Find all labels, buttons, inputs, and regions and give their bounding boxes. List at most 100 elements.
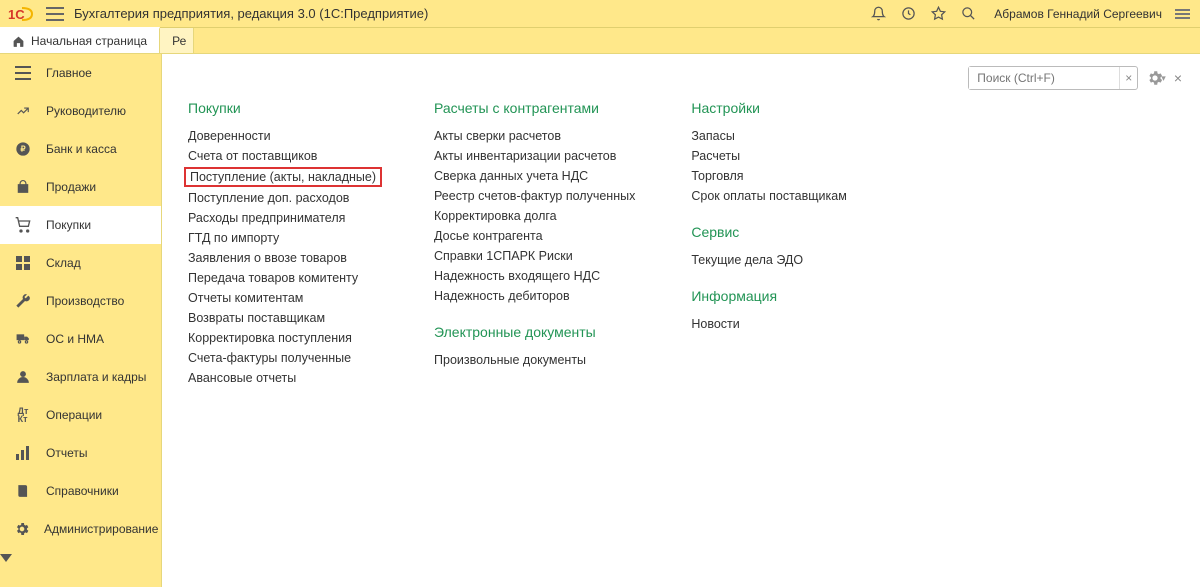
menu-link[interactable]: Сверка данных учета НДС <box>434 166 635 186</box>
sidebar-item-label: Производство <box>46 294 124 308</box>
menu-link[interactable]: Счета-фактуры полученные <box>188 348 378 368</box>
menu-link[interactable]: Акты инвентаризации расчетов <box>434 146 635 166</box>
main-menu-icon[interactable] <box>46 7 64 21</box>
wrench-icon <box>14 292 32 310</box>
section-columns: Покупки ДоверенностиСчета от поставщиков… <box>188 100 1174 388</box>
tab-bar: Начальная страница Ре <box>0 28 1200 54</box>
user-name: Абрамов Геннадий Сергеевич <box>994 7 1162 21</box>
sidebar-item-label: Банк и касса <box>46 142 117 156</box>
menu-link[interactable]: Возвраты поставщикам <box>188 308 378 328</box>
section-heading-settings: Настройки <box>691 100 881 116</box>
menu-link[interactable]: Торговля <box>691 166 881 186</box>
sidebar-item-cart[interactable]: Покупки <box>0 206 161 244</box>
sidebar-item-truck[interactable]: ОС и НМА <box>0 320 161 358</box>
menu-link[interactable]: ГТД по импорту <box>188 228 378 248</box>
sidebar-item-book[interactable]: Справочники <box>0 472 161 510</box>
menu-link[interactable]: Доверенности <box>188 126 378 146</box>
panel-toolbar: × ▾ × <box>968 66 1182 90</box>
sidebar-item-label: ОС и НМА <box>46 332 104 346</box>
svg-text:₽: ₽ <box>20 145 25 154</box>
column-settings: Настройки ЗапасыРасчетыТорговляСрок опла… <box>691 100 881 388</box>
menu-link[interactable]: Заявления о ввозе товаров <box>188 248 378 268</box>
user-menu[interactable]: Абрамов Геннадий Сергеевич <box>994 7 1162 21</box>
title-bar: 1C Бухгалтерия предприятия, редакция 3.0… <box>0 0 1200 28</box>
menu-link[interactable]: Расходы предпринимателя <box>188 208 378 228</box>
menu-link[interactable]: Досье контрагента <box>434 226 635 246</box>
section-heading-info: Информация <box>691 288 881 304</box>
search-box: × <box>968 66 1138 90</box>
search-input[interactable] <box>969 67 1119 89</box>
settings-icon[interactable]: ▾ <box>1146 69 1166 87</box>
section-heading-purchases: Покупки <box>188 100 378 116</box>
sidebar-item-label: Отчеты <box>46 446 87 460</box>
menu-link[interactable]: Акты сверки расчетов <box>434 126 635 146</box>
gear-icon <box>14 520 30 538</box>
tab-secondary[interactable]: Ре <box>160 28 194 53</box>
menu-link[interactable]: Новости <box>691 314 881 334</box>
window-menu-icon[interactable] <box>1172 4 1192 24</box>
menu-link[interactable]: Реестр счетов-фактур полученных <box>434 186 635 206</box>
menu-link[interactable]: Поступление (акты, накладные) <box>184 167 382 187</box>
sidebar-item-person[interactable]: Зарплата и кадры <box>0 358 161 396</box>
sidebar-item-dtkt[interactable]: ДтКт Операции <box>0 396 161 434</box>
section-heading-service: Сервис <box>691 224 881 240</box>
sidebar-item-gear[interactable]: Администрирование <box>0 510 161 548</box>
sidebar-item-label: Склад <box>46 256 81 270</box>
sidebar-item-menu[interactable]: Главное <box>0 54 161 92</box>
menu-link[interactable]: Текущие дела ЭДО <box>691 250 881 270</box>
cart-icon <box>14 216 32 234</box>
menu-link[interactable]: Отчеты комитентам <box>188 288 378 308</box>
ruble-icon: ₽ <box>14 140 32 158</box>
section-heading-settlements: Расчеты с контрагентами <box>434 100 635 116</box>
menu-link[interactable]: Надежность входящего НДС <box>434 266 635 286</box>
menu-link[interactable]: Запасы <box>691 126 881 146</box>
tab-home[interactable]: Начальная страница <box>0 27 160 53</box>
main-panel: × ▾ × Покупки ДоверенностиСчета от поста… <box>162 54 1200 587</box>
sidebar-item-chart[interactable]: Руководителю <box>0 92 161 130</box>
history-icon[interactable] <box>898 4 918 24</box>
menu-link[interactable]: Поступление доп. расходов <box>188 188 378 208</box>
close-panel-button[interactable]: × <box>1174 70 1182 86</box>
app-title: Бухгалтерия предприятия, редакция 3.0 (1… <box>74 6 428 21</box>
menu-link[interactable]: Расчеты <box>691 146 881 166</box>
book-icon <box>14 482 32 500</box>
search-top-icon[interactable] <box>958 4 978 24</box>
home-icon <box>12 35 25 48</box>
column-settlements: Расчеты с контрагентами Акты сверки расч… <box>434 100 635 388</box>
sidebar-item-bag[interactable]: Продажи <box>0 168 161 206</box>
sidebar-item-label: Продажи <box>46 180 96 194</box>
sidebar-more[interactable] <box>0 548 161 568</box>
tab-label: Ре <box>172 34 186 48</box>
menu-link[interactable]: Произвольные документы <box>434 350 635 370</box>
grid-icon <box>14 254 32 272</box>
menu-link[interactable]: Передача товаров комитенту <box>188 268 378 288</box>
sidebar-item-grid[interactable]: Склад <box>0 244 161 282</box>
menu-link[interactable]: Счета от поставщиков <box>188 146 378 166</box>
menu-link[interactable]: Справки 1СПАРК Риски <box>434 246 635 266</box>
sidebar-item-wrench[interactable]: Производство <box>0 282 161 320</box>
bell-icon[interactable] <box>868 4 888 24</box>
menu-link[interactable]: Срок оплаты поставщикам <box>691 186 881 206</box>
bag-icon <box>14 178 32 196</box>
dtkt-icon: ДтКт <box>14 406 32 424</box>
sidebar-item-label: Администрирование <box>44 522 158 536</box>
menu-link[interactable]: Надежность дебиторов <box>434 286 635 306</box>
truck-icon <box>14 330 32 348</box>
sidebar-item-bars[interactable]: Отчеты <box>0 434 161 472</box>
sidebar-item-label: Зарплата и кадры <box>46 370 146 384</box>
person-icon <box>14 368 32 386</box>
star-icon[interactable] <box>928 4 948 24</box>
column-purchases: Покупки ДоверенностиСчета от поставщиков… <box>188 100 378 388</box>
sidebar-item-label: Справочники <box>46 484 119 498</box>
menu-link[interactable]: Авансовые отчеты <box>188 368 378 388</box>
sidebar: Главное Руководителю ₽ Банк и касса Продажи П… <box>0 54 162 587</box>
sidebar-item-label: Операции <box>46 408 102 422</box>
chart-icon <box>14 102 32 120</box>
tab-label: Начальная страница <box>31 34 147 48</box>
menu-link[interactable]: Корректировка поступления <box>188 328 378 348</box>
menu-link[interactable]: Корректировка долга <box>434 206 635 226</box>
sidebar-item-ruble[interactable]: ₽ Банк и касса <box>0 130 161 168</box>
sidebar-item-label: Главное <box>46 66 92 80</box>
sidebar-item-label: Руководителю <box>46 104 126 118</box>
search-clear-button[interactable]: × <box>1119 67 1137 89</box>
